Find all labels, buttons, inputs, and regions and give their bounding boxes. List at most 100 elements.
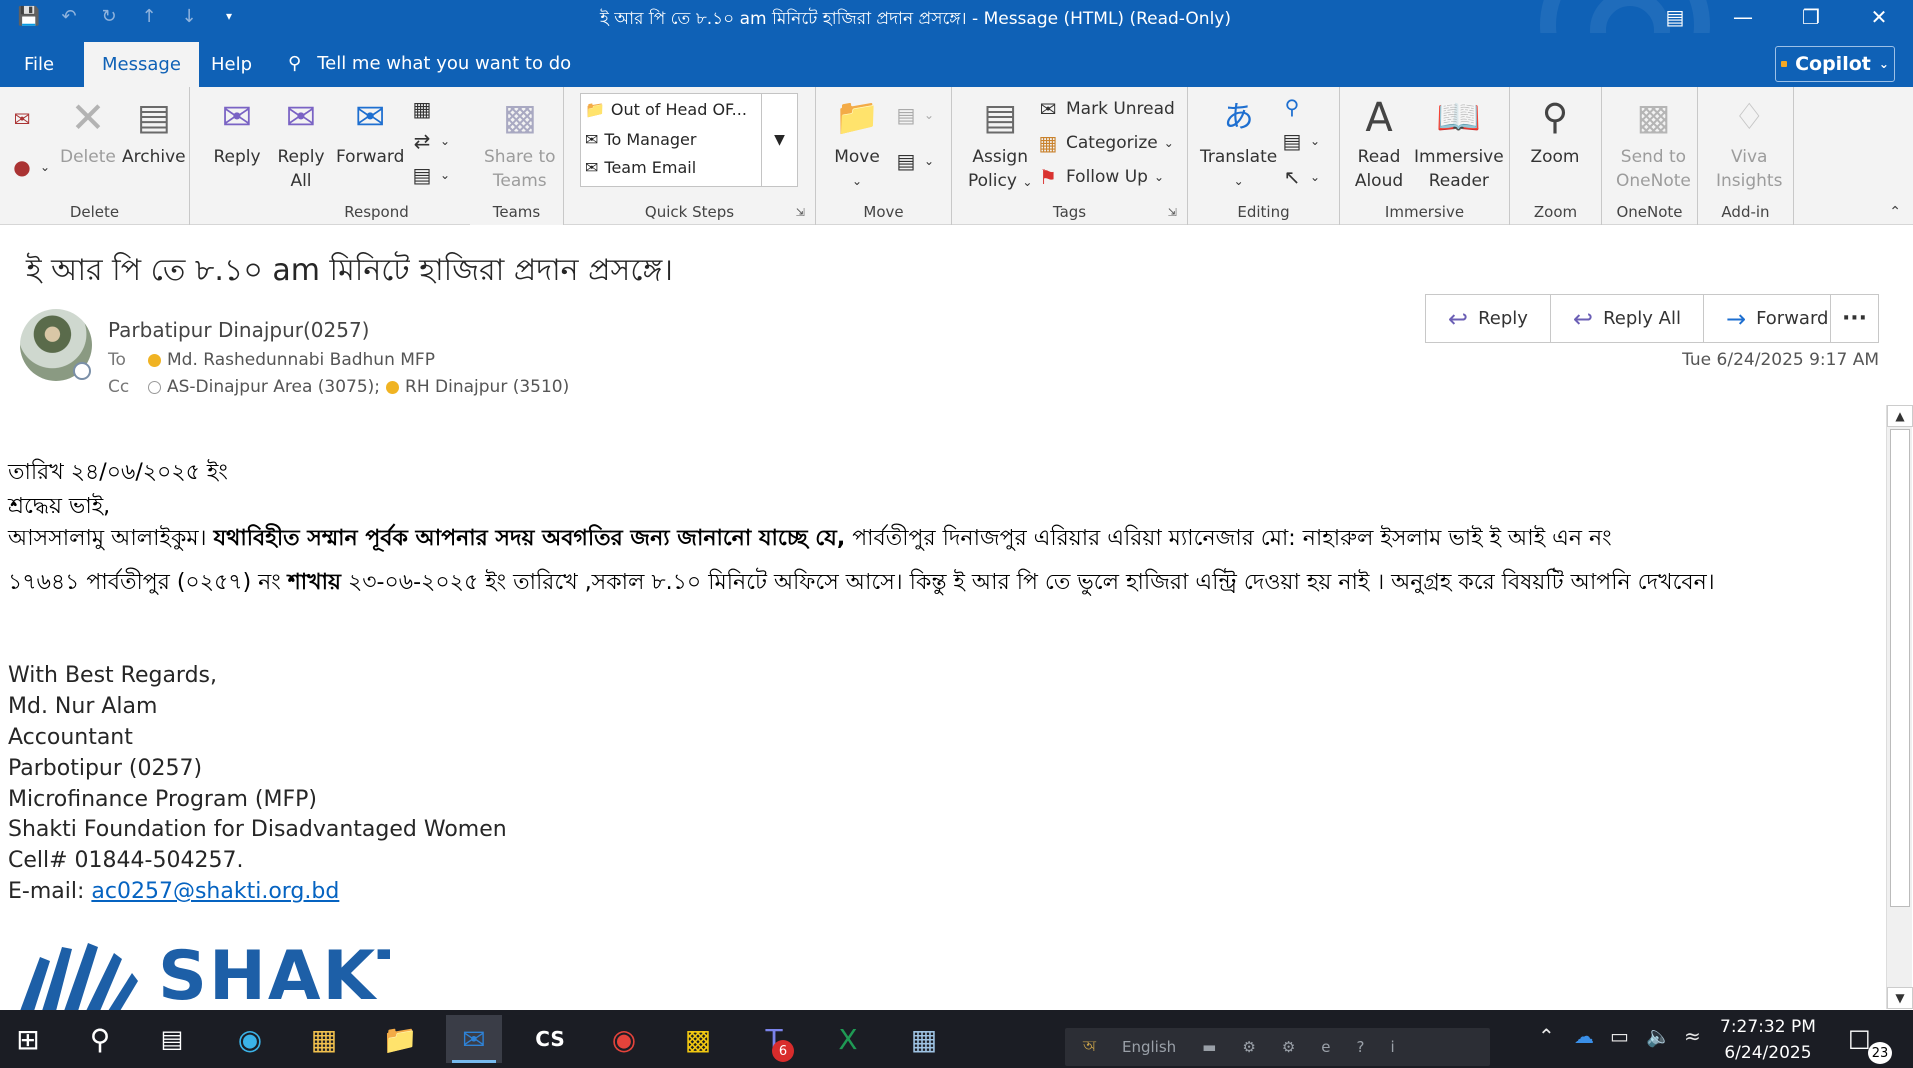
chevron-down-icon: ⌄ <box>1153 170 1165 184</box>
forward-button[interactable]: → Forward <box>1704 295 1851 342</box>
cc-recipient[interactable]: RH Dinajpur (3510) <box>405 377 569 397</box>
quick-step-item[interactable]: ✉ Team Email <box>585 158 696 177</box>
actions-button[interactable]: ▤ ⌄ <box>894 149 935 173</box>
archive-button[interactable]: ▤ Archive <box>122 95 186 169</box>
cc-recipient[interactable]: AS-Dinajpur Area (3075); <box>167 377 380 397</box>
power-bi-icon[interactable]: ▩ <box>670 1015 726 1063</box>
task-view-icon[interactable]: ▤ <box>144 1015 200 1063</box>
ignore-button[interactable]: ✉ <box>10 107 34 131</box>
quick-steps-launcher-icon[interactable]: ⇲ <box>796 206 805 219</box>
cs-app-icon[interactable]: CS <box>522 1015 578 1063</box>
volume-icon[interactable]: 🔈 <box>1646 1024 1671 1048</box>
follow-up-button[interactable]: ⚑ Follow Up ⌄ <box>1036 165 1164 189</box>
rules-button[interactable]: ▤ ⌄ <box>894 103 935 127</box>
move-group: 📁 Move ⌄ ▤ ⌄ ▤ ⌄ Move <box>816 87 952 225</box>
maximize-button[interactable]: ❐ <box>1777 0 1845 33</box>
notification-center-icon[interactable]: □ <box>1848 1024 1871 1052</box>
send-to-onenote-button[interactable]: ▩ Send to OneNote <box>1616 95 1691 193</box>
scroll-down-arrow-icon[interactable]: ▼ <box>1887 987 1913 1009</box>
wifi-icon[interactable]: ≈ <box>1684 1024 1701 1048</box>
help-icon[interactable]: ? <box>1357 1038 1365 1056</box>
notes-app-icon[interactable]: ▦ <box>896 1015 952 1063</box>
up-arrow-icon[interactable]: ↑ <box>130 3 168 29</box>
edge-icon[interactable]: ◉ <box>222 1015 278 1063</box>
chevron-down-icon: ⌄ <box>1163 136 1174 150</box>
related-button[interactable]: ▤ ⌄ <box>1280 129 1321 153</box>
quick-step-label: To Manager <box>604 130 697 149</box>
search-icon[interactable]: ⚲ <box>72 1015 128 1063</box>
quick-step-item[interactable]: 📁 Out of Head OF... <box>585 100 747 119</box>
immersive-reader-button[interactable]: 📖 Immersive Reader <box>1414 95 1504 193</box>
redo-icon[interactable]: ↻ <box>90 3 128 29</box>
battery-icon[interactable]: ▭ <box>1610 1024 1629 1048</box>
save-icon[interactable]: 💾 <box>10 3 48 29</box>
quick-step-item[interactable]: ✉ To Manager <box>585 130 696 149</box>
reply-button[interactable]: ↩ Reply <box>1426 295 1551 342</box>
mark-unread-button[interactable]: ✉ Mark Unread <box>1036 97 1175 121</box>
to-label: To <box>108 350 126 370</box>
share-to-teams-button[interactable]: ▩ Share to Teams <box>484 95 556 193</box>
find-button[interactable]: ⚲ <box>1280 95 1304 119</box>
down-arrow-icon[interactable]: ↓ <box>170 3 208 29</box>
scroll-up-arrow-icon[interactable]: ▲ <box>1887 405 1913 427</box>
tell-me-search[interactable]: ⚲ Tell me what you want to do <box>288 53 571 74</box>
info-icon[interactable]: i <box>1390 1038 1394 1056</box>
file-explorer-icon[interactable]: 📁 <box>372 1015 428 1063</box>
tab-message[interactable]: Message <box>84 42 199 87</box>
close-button[interactable]: ✕ <box>1845 0 1913 33</box>
email-link[interactable]: ac0257@shakti.org.bd <box>91 879 339 904</box>
customize-toolbar-icon[interactable]: ▾ <box>210 3 248 29</box>
keyboard-icon[interactable]: ▬ <box>1202 1038 1216 1056</box>
to-recipient[interactable]: Md. Rashedunnabi Badhun MFP <box>167 350 435 370</box>
undo-icon[interactable]: ↶ <box>50 3 88 29</box>
meeting-button[interactable]: ▦ <box>410 97 434 121</box>
show-hidden-icons-icon[interactable]: ⌃ <box>1538 1024 1555 1048</box>
collapse-ribbon-icon[interactable]: ⌃ <box>1889 204 1901 220</box>
vertical-scrollbar[interactable]: ▲ ▼ <box>1886 405 1913 1009</box>
viva-insights-button[interactable]: ♢ Viva Insights <box>1716 95 1782 193</box>
select-button[interactable]: ↖ ⌄ <box>1280 165 1320 189</box>
calendar-icon: ▦ <box>412 97 432 121</box>
quick-steps-more-button[interactable]: ▼ <box>761 94 797 186</box>
im-button[interactable]: ▤ ⌄ <box>410 163 451 187</box>
junk-button[interactable]: ● ⌄ <box>10 155 50 179</box>
windows-start-icon[interactable]: ⊞ <box>0 1015 56 1063</box>
ie-icon[interactable]: e <box>1321 1038 1330 1056</box>
tab-help[interactable]: Help <box>193 42 270 87</box>
assign-policy-button[interactable]: ▤ Assign Policy ⌄ <box>968 95 1032 194</box>
translate-button[interactable]: あ Translate ⌄ <box>1200 95 1277 193</box>
sender-name[interactable]: Parbatipur Dinajpur(0257) <box>108 318 369 342</box>
ribbon-display-options-icon[interactable]: ▤ <box>1641 0 1709 33</box>
zoom-button[interactable]: ⚲ Zoom <box>1530 95 1580 169</box>
onedrive-icon[interactable]: ☁ <box>1574 1024 1594 1048</box>
scroll-thumb[interactable] <box>1890 429 1910 907</box>
store-icon[interactable]: ▦ <box>296 1015 352 1063</box>
settings-icon[interactable]: ⚙ <box>1282 1038 1295 1056</box>
ribbon-reply-button[interactable]: ✉ Reply <box>212 95 262 169</box>
move-button[interactable]: 📁 Move ⌄ <box>832 95 882 193</box>
immersive-group-label: Immersive <box>1384 203 1465 221</box>
outlook-icon[interactable]: ✉ <box>446 1015 502 1063</box>
tab-file[interactable]: File <box>6 42 72 87</box>
language-indicator[interactable]: English <box>1122 1038 1176 1056</box>
chevron-down-icon: ⌄ <box>1878 57 1889 71</box>
reply-all-button[interactable]: ↩ Reply All <box>1551 295 1704 342</box>
tools-icon[interactable]: ⚙ <box>1242 1038 1255 1056</box>
bangla-input-icon[interactable]: অ <box>1083 1035 1096 1060</box>
more-actions-button[interactable]: ··· <box>1830 294 1879 343</box>
system-clock[interactable]: 7:27:32 PM 6/24/2025 <box>1720 1014 1816 1066</box>
ribbon-reply-all-button[interactable]: ✉ Reply All <box>276 95 326 193</box>
copilot-button[interactable]: Copilot ⌄ <box>1775 46 1895 82</box>
delete-group-label: Delete <box>69 203 120 221</box>
excel-icon[interactable]: X <box>820 1015 876 1063</box>
delete-button[interactable]: ✕ Delete <box>60 95 116 169</box>
minimize-button[interactable]: — <box>1709 0 1777 33</box>
more-respond-button[interactable]: ⇄ ⌄ <box>410 129 450 153</box>
reply-arrow-icon: ↩ <box>1448 304 1469 333</box>
body-text: পার্বতীপুর দিনাজপুর এরিয়ার এরিয়া ম্যান… <box>845 526 1612 551</box>
chrome-icon[interactable]: ◉ <box>596 1015 652 1063</box>
read-aloud-button[interactable]: A Read Aloud <box>1354 95 1404 193</box>
categorize-button[interactable]: ▦ Categorize ⌄ <box>1036 131 1174 155</box>
ribbon-forward-button[interactable]: ✉ Forward <box>336 95 404 169</box>
tags-launcher-icon[interactable]: ⇲ <box>1168 206 1177 219</box>
